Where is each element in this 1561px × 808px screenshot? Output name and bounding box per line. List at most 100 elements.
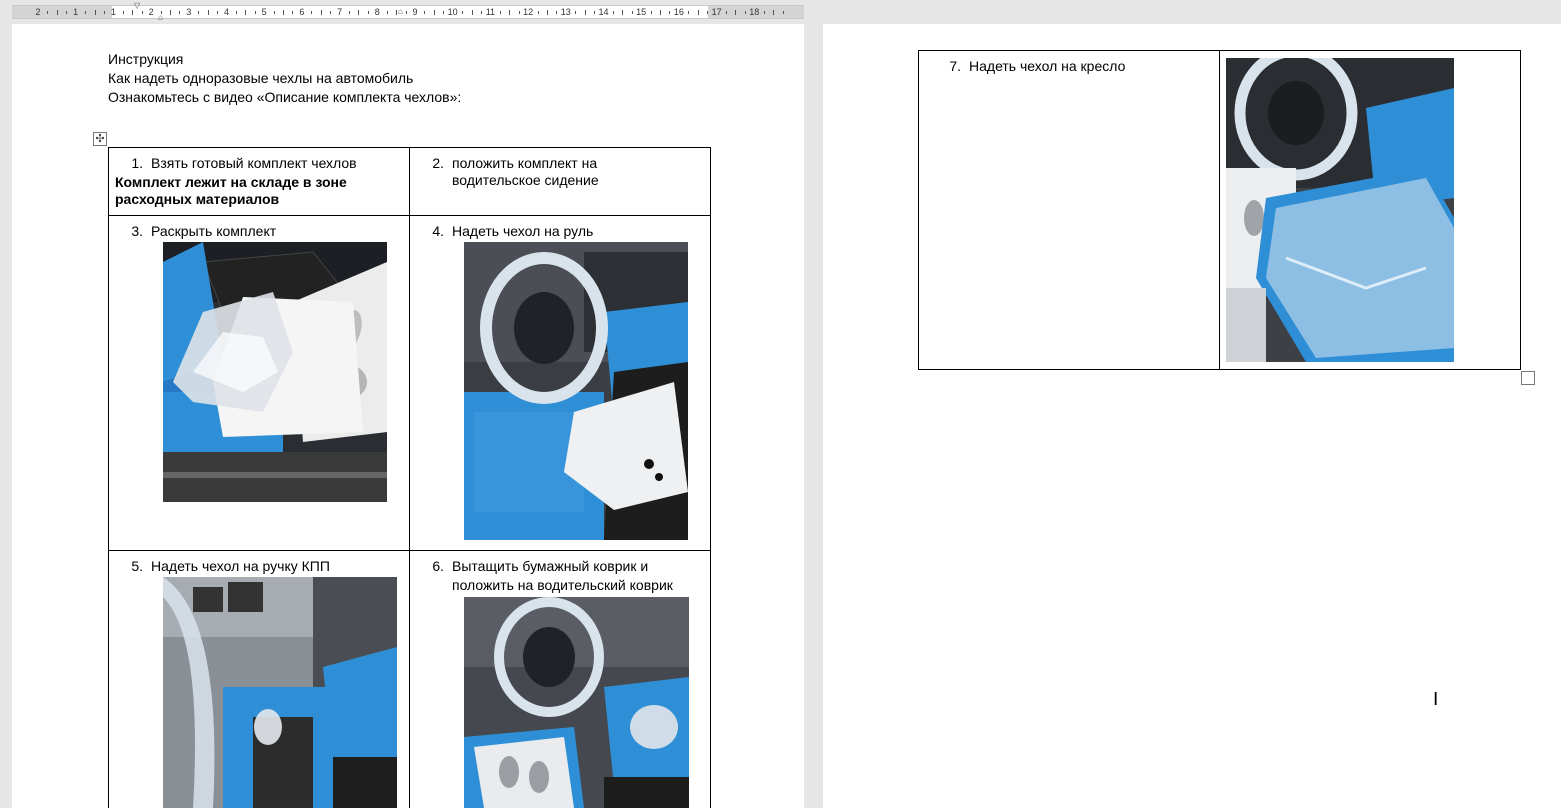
- photo-floor-mat: [464, 597, 689, 808]
- ruler-tick: [669, 11, 671, 14]
- table-border: [108, 147, 109, 808]
- table-border: [710, 147, 711, 808]
- ruler-tick: [782, 11, 784, 14]
- step-text: Надеть чехол на ручку КПП: [151, 558, 330, 574]
- ruler-tick: [207, 10, 209, 15]
- ruler-tick: [518, 11, 520, 14]
- ruler-tick: [349, 11, 351, 14]
- ruler-number: 9: [412, 7, 418, 17]
- ruler-left-margin: [12, 6, 112, 18]
- ruler-tick: [697, 10, 699, 15]
- ruler-tick: [367, 11, 369, 14]
- ruler-tick: [584, 10, 586, 15]
- ruler-number: 12: [523, 7, 534, 17]
- ruler-number: 3: [186, 7, 192, 17]
- ruler-tick: [292, 11, 294, 14]
- step-1-note: Комплект лежит на складе в зоне: [115, 174, 347, 190]
- step-text: Надеть чехол на кресло: [969, 58, 1126, 74]
- ruler-tick: [471, 10, 473, 15]
- first-line-indent-marker-icon[interactable]: ▽: [134, 2, 140, 10]
- step-number: 1.: [131, 155, 143, 171]
- move-cross-icon[interactable]: ✣: [93, 132, 107, 146]
- ruler-tick: [612, 11, 614, 14]
- horizontal-ruler[interactable]: ▽ ⌂ ⌂ 2 1 1 2 3 4 5 6 7 8 9 10 11 12 13 14 15 16 17 18: [0, 0, 1561, 24]
- ruler-tick: [773, 10, 775, 15]
- step-text: положить на водительский коврик: [452, 577, 673, 593]
- table-border: [409, 147, 410, 808]
- ruler-number: 4: [223, 7, 230, 17]
- step-number: 2.: [432, 155, 444, 171]
- left-indent-marker-icon[interactable]: ⌂: [158, 14, 163, 22]
- ruler-number: 7: [337, 7, 343, 17]
- photo-gear-knob-cover: [163, 577, 397, 808]
- ruler-number: 14: [598, 7, 609, 17]
- table-border: [1520, 50, 1521, 370]
- ruler-tick: [499, 11, 501, 14]
- ruler-tick: [103, 11, 105, 14]
- ruler-tick: [688, 11, 690, 14]
- ruler-tick: [245, 10, 247, 15]
- ruler-tick: [122, 11, 124, 14]
- table-resize-icon[interactable]: [1521, 371, 1535, 385]
- step-number: 7.: [949, 58, 961, 74]
- table-border: [1219, 50, 1220, 370]
- ruler-tick: [198, 11, 200, 14]
- ruler-number: 8: [374, 7, 380, 17]
- ruler-tick: [556, 11, 558, 14]
- ruler-tick: [744, 11, 746, 14]
- text-cursor-icon: I: [1433, 689, 1439, 710]
- document-page-2[interactable]: 7. Надеть чехол на кресло: [823, 24, 1561, 808]
- ruler-tick: [94, 10, 96, 15]
- photo-seat-cover: [1226, 58, 1454, 362]
- ruler-tick: [622, 10, 624, 15]
- ruler-tick: [707, 11, 709, 14]
- step-number: 5.: [131, 558, 143, 574]
- ruler-tick: [386, 11, 388, 14]
- ruler-number: 5: [261, 7, 267, 17]
- ruler-number: 6: [299, 7, 305, 17]
- ruler-tick: [56, 10, 58, 15]
- ruler-tick: [631, 11, 633, 14]
- step-text: Надеть чехол на руль: [452, 223, 594, 239]
- ruler-tick: [405, 11, 407, 14]
- right-indent-marker-icon[interactable]: ⌂: [398, 8, 403, 16]
- ruler-tick: [537, 11, 539, 14]
- ruler-tick: [594, 11, 596, 14]
- ruler-tick: [462, 11, 464, 14]
- ruler-tick: [273, 11, 275, 14]
- ruler-number: 2: [148, 7, 154, 17]
- ruler-tick: [85, 11, 87, 14]
- ruler-number: 1: [73, 7, 79, 17]
- ruler-tick: [330, 11, 332, 14]
- table-border: [918, 50, 919, 370]
- ruler-tick: [283, 10, 285, 15]
- ruler-tick: [735, 10, 737, 15]
- ruler-tick: [433, 10, 435, 15]
- ruler-tick: [763, 11, 765, 14]
- doc-subtitle: Как надеть одноразовые чехлы на автомоби…: [108, 70, 414, 86]
- ruler-tick: [235, 11, 237, 14]
- ruler-number: 13: [560, 7, 571, 17]
- ruler-tick: [726, 11, 728, 14]
- photo-open-kit: [163, 242, 387, 502]
- ruler-tick: [575, 11, 577, 14]
- ruler-tick: [509, 10, 511, 15]
- ruler-number: 11: [485, 7, 496, 17]
- ruler-tick: [66, 11, 68, 14]
- ruler-tick: [132, 10, 134, 15]
- ruler-tick: [320, 10, 322, 15]
- ruler-tick: [443, 11, 445, 14]
- step-number: 3.: [131, 223, 143, 239]
- ruler-tick: [480, 11, 482, 14]
- ruler-number: 18: [749, 7, 760, 17]
- ruler-tick: [358, 10, 360, 15]
- ruler-scale[interactable]: ▽ ⌂ ⌂ 2 1 1 2 3 4 5 6 7 8 9 10 11 12 13 14 15 16 17 18: [12, 2, 804, 22]
- step-text: положить комплект на: [452, 155, 598, 171]
- step-text: Вытащить бумажный коврик и: [452, 558, 649, 574]
- ruler-tick: [311, 11, 313, 14]
- document-page-1[interactable]: Инструкция Как надеть одноразовые чехлы …: [12, 24, 804, 808]
- step-number: 4.: [432, 223, 444, 239]
- ruler-tick: [254, 11, 256, 14]
- ruler-tick: [217, 11, 219, 14]
- doc-intro: Ознакомьтесь с видео «Описание комплекта…: [108, 89, 462, 105]
